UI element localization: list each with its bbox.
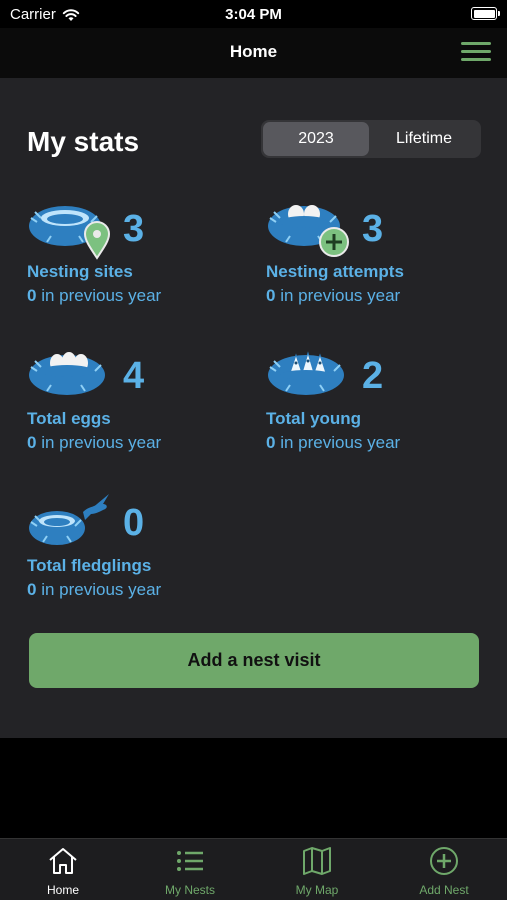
tab-bar: Home My Nests My Map Add Nest xyxy=(0,838,507,900)
stat-label: Total young xyxy=(266,409,362,428)
stats-title: My stats xyxy=(27,126,140,157)
stat-total-eggs: 4 Total eggs 0 in previous year xyxy=(27,343,257,468)
year-segmented-control: 2023 Lifetime xyxy=(261,120,481,158)
previous-text: in previous year xyxy=(275,286,401,305)
list-icon xyxy=(177,851,203,871)
empty-area xyxy=(0,738,507,838)
stat-label: Total fledglings xyxy=(27,556,152,575)
previous-text: in previous year xyxy=(36,286,162,305)
nest-eggs-icon xyxy=(29,352,105,395)
tab-my-map[interactable]: My Map xyxy=(254,839,380,900)
stats-panel: My stats 2023 Lifetime 3 Nesting sites 0… xyxy=(0,78,507,738)
tab-label: Home xyxy=(46,883,79,897)
nest-attempt-add-icon xyxy=(268,205,349,257)
previous-text: in previous year xyxy=(36,433,162,452)
stat-label: Total eggs xyxy=(27,409,111,428)
stat-value: 3 xyxy=(362,208,384,250)
stat-nesting-sites: 3 Nesting sites 0 in previous year xyxy=(27,196,257,321)
hamburger-menu-icon[interactable] xyxy=(461,42,491,64)
house-icon xyxy=(49,848,77,874)
tab-my-nests[interactable]: My Nests xyxy=(127,839,253,900)
battery-icon xyxy=(471,7,500,20)
stat-value: 4 xyxy=(123,355,145,397)
stat-previous-year: 0 in previous year xyxy=(266,286,400,306)
previous-text: in previous year xyxy=(36,580,162,599)
previous-text: in previous year xyxy=(275,433,401,452)
stat-nesting-attempts: 3 Nesting attempts 0 in previous year xyxy=(266,196,496,321)
stat-previous-year: 0 in previous year xyxy=(27,580,161,600)
stat-total-young: 2 Total young 0 in previous year xyxy=(266,343,496,468)
add-circle-icon xyxy=(430,847,458,875)
stat-total-fledglings: 0 Total fledglings 0 in previous year xyxy=(27,490,257,615)
segment-2023[interactable]: 2023 xyxy=(263,122,369,156)
nest-location-icon xyxy=(29,206,111,260)
stat-value: 0 xyxy=(123,502,145,544)
stat-value: 2 xyxy=(362,355,384,397)
page-title: Home xyxy=(229,42,278,61)
add-nest-visit-button[interactable]: Add a nest visit xyxy=(29,633,479,688)
stat-previous-year: 0 in previous year xyxy=(27,286,161,306)
tab-label: My Nests xyxy=(164,883,215,897)
stat-previous-year: 0 in previous year xyxy=(27,433,161,453)
tab-home[interactable]: Home xyxy=(0,839,126,900)
stat-label: Nesting attempts xyxy=(266,262,404,281)
nest-young-icon xyxy=(268,351,344,395)
stat-label: Nesting sites xyxy=(27,262,133,281)
stat-value: 3 xyxy=(123,208,145,250)
tab-add-nest[interactable]: Add Nest xyxy=(381,839,507,900)
nest-fledgling-icon xyxy=(29,494,109,545)
status-time: 3:04 PM xyxy=(225,6,282,23)
navigation-bar: Home xyxy=(0,28,507,78)
map-icon xyxy=(303,847,331,875)
tab-label: Add Nest xyxy=(419,883,469,897)
stat-previous-year: 0 in previous year xyxy=(266,433,400,453)
segment-lifetime[interactable]: Lifetime xyxy=(371,122,477,156)
tab-label: My Map xyxy=(295,883,339,897)
status-bar: Carrier 3:04 PM xyxy=(0,0,507,28)
